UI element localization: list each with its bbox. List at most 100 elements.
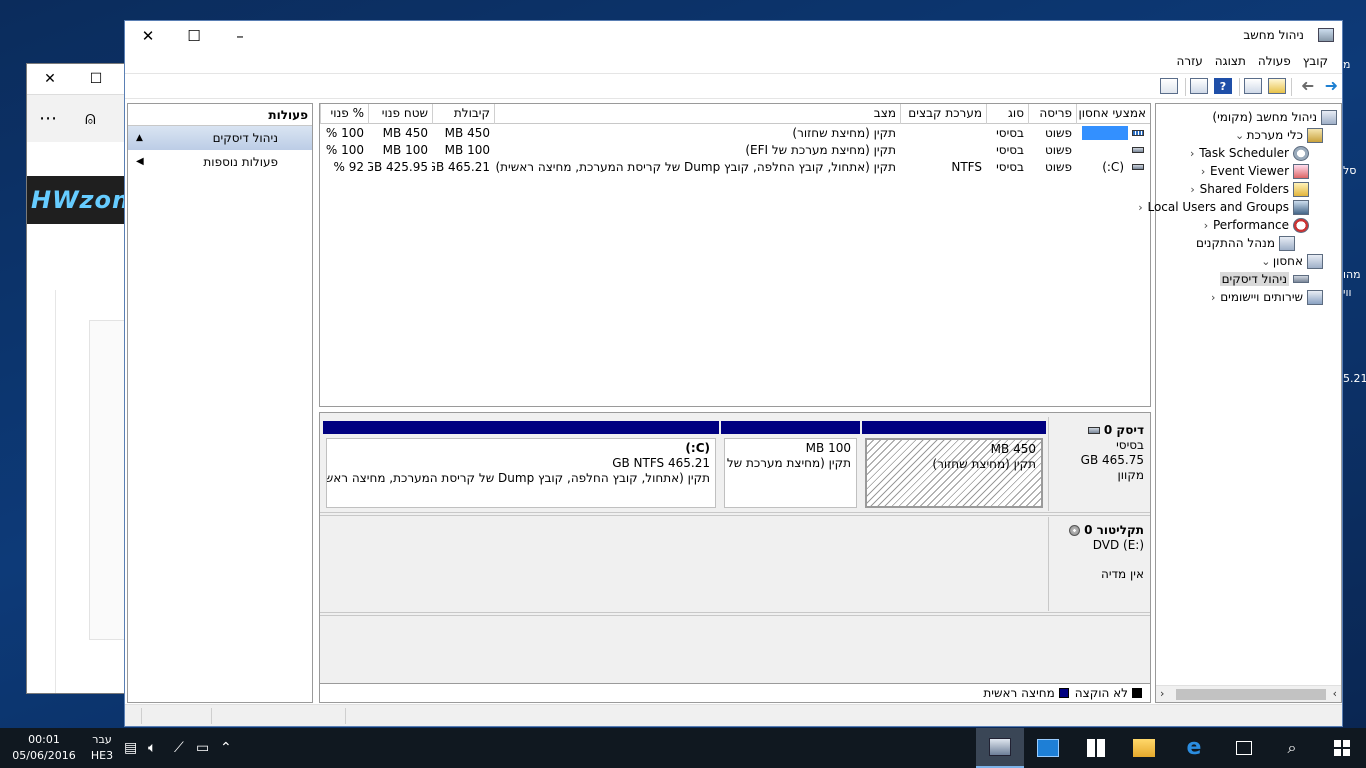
actions-disk-management[interactable]: ניהול דיסקים ▲ [128,126,312,150]
cell-layout: פשוט [1044,143,1072,157]
partition-recovery[interactable]: 450 MB תקין (מחיצת שחזור) [862,421,1046,511]
system-tools-icon [1307,127,1323,143]
menu-view[interactable]: תצוגה [1209,51,1252,73]
col-filesystem[interactable]: מערכת קבצים [900,104,986,124]
cell-status: תקין (מחיצת מערכת של EFI) [745,143,896,157]
tree-item-root[interactable]: ניהול מחשב (מקומי) [1212,108,1337,126]
help-icon[interactable]: ? [1214,78,1232,94]
tree-item-performance[interactable]: Performance ‹ [1199,216,1309,234]
col-capacity[interactable]: קיבולת [432,104,494,124]
partition-status: תקין (מחיצת שחזור) [932,457,1036,471]
menu-help[interactable]: עזרה [1171,51,1209,73]
desktop-text: ווי [1343,286,1352,299]
computer-management-icon [989,738,1011,756]
partition-c[interactable]: (C:) 465.21 GB NTFS תקין (אתחול, קובץ הח… [323,421,719,511]
taskbar-computer-management[interactable] [976,728,1024,768]
toolbar-separator [1291,78,1292,96]
scroll-right-icon[interactable]: › [1333,687,1337,700]
search-button[interactable]: ⌕ [1268,728,1316,768]
disk-0-label[interactable]: דיסק 0 בסיסי 465.75 GB מקוון [1048,417,1150,511]
battery-icon[interactable]: ▭ [196,740,209,756]
forward-arrow-icon[interactable]: ➜ [1325,78,1338,94]
chevron-left-icon[interactable]: ‹ [1133,201,1147,214]
wifi-icon[interactable]: ⟋ [174,740,184,756]
legend-primary: מחיצה ראשית [983,686,1069,700]
partition-efi[interactable]: 100 MB תקין (מחיצת מערכת של [721,421,860,511]
cell-free-space: 100 MB [382,143,428,157]
cell-capacity: 465.21 GB [432,160,490,174]
toolbar-separator [1185,78,1186,96]
back-arrow-icon[interactable]: ➜ [1301,76,1314,95]
collapse-triangle-icon[interactable]: ▲ [136,126,143,150]
tree-item-device-manager[interactable]: מנהל ההתקנים [1196,234,1295,252]
volume-icon[interactable]: 🔈︎ [148,740,156,756]
cell-percent-free: 100 % [325,143,364,157]
col-type[interactable]: סוג [986,104,1028,124]
browser-close-button[interactable]: ✕ [27,64,73,94]
taskbar-edge[interactable]: e [1170,728,1218,768]
input-language[interactable]: עבר HE3 [88,732,116,764]
volume-icon [1132,147,1144,153]
volume-row[interactable]: פשוט בסיסי תקין (מחיצת מערכת של EFI) 100… [320,142,1150,159]
tree-item-local-users[interactable]: Local Users and Groups ‹ [1133,198,1309,216]
properties-icon[interactable] [1160,78,1178,94]
clock[interactable]: 00:01 05/06/2016 [6,732,82,764]
taskbar-file-explorer[interactable] [1120,728,1168,768]
cell-type: בסיסי [996,126,1024,140]
scroll-left-icon[interactable]: ‹ [1160,687,1164,700]
taskbar-store[interactable] [1072,728,1120,768]
volume-row[interactable]: פשוט בסיסי תקין (מחיצת שחזור) 450 MB 450… [320,125,1150,142]
language-bottom: HE3 [90,749,114,762]
tree-item-disk-management[interactable]: ניהול דיסקים [1219,270,1309,288]
start-button[interactable] [1318,728,1366,768]
chevron-up-icon[interactable]: ⌃ [220,740,232,756]
show-hide-tree-icon[interactable] [1244,78,1262,94]
chevron-left-icon[interactable]: ‹ [1199,219,1213,232]
scroll-thumb[interactable] [1176,689,1326,700]
volume-row[interactable]: (C:) פשוט בסיסי NTFS תקין (אתחול, קובץ ה… [320,159,1150,176]
col-layout[interactable]: פריסה [1028,104,1076,124]
cell-percent-free: 92 % [333,160,365,174]
chevron-left-icon[interactable]: ‹ [1186,183,1200,196]
tree-item-system-tools[interactable]: כלי מערכת ⌄ [1233,126,1337,144]
tree-item-task-scheduler[interactable]: Task Scheduler ‹ [1185,144,1309,162]
tree-horizontal-scrollbar[interactable]: ‹ › [1156,685,1341,702]
computer-management-window[interactable]: ✕ ☐ – ניהול מחשב קובץ פעולה תצוגה עזרה ➜… [124,20,1343,727]
tree-item-storage[interactable]: אחסון ⌄ [1259,252,1337,270]
search-icon: ⌕ [1287,738,1297,757]
tree-item-services[interactable]: שירותים ויישומים ‹ [1206,288,1323,306]
menu-file[interactable]: קובץ [1297,51,1334,73]
share-icon[interactable]: ⍝ [85,108,96,129]
col-volume[interactable]: אמצעי אחסון [1076,104,1150,124]
chevron-down-icon[interactable]: ⌄ [1259,255,1273,268]
browser-maximize-button[interactable]: ☐ [73,64,119,94]
tree-item-shared-folders[interactable]: Shared Folders ‹ [1186,180,1309,198]
chevron-down-icon[interactable]: ⌄ [1233,129,1247,142]
chevron-left-icon[interactable]: ‹ [1206,291,1220,304]
users-icon [1293,199,1309,215]
more-icon[interactable]: ⋯ [39,108,57,129]
background-browser-window[interactable]: ✕ ☐ ⋯ ⍝ HWzon [26,63,126,694]
partition-body: (C:) 465.21 GB NTFS תקין (אתחול, קובץ הח… [326,438,716,508]
chevron-left-icon[interactable]: ‹ [1185,147,1199,160]
up-folder-icon[interactable] [1268,78,1286,94]
show-hide-action-pane-icon[interactable] [1190,78,1208,94]
minimize-button[interactable]: – [217,21,263,51]
close-button[interactable]: ✕ [125,21,171,51]
clock-time: 00:01 [28,733,60,746]
desktop-text: 5.21 [1343,372,1366,385]
tree-item-label: Task Scheduler [1199,146,1289,160]
col-status[interactable]: מצב [494,104,900,124]
col-free-space[interactable]: שטח פנוי [368,104,432,124]
col-percent-free[interactable]: % פנוי [320,104,368,124]
actions-more[interactable]: פעולות נוספות ◀ [128,150,312,174]
chevron-left-icon[interactable]: ‹ [1196,165,1210,178]
menu-action[interactable]: פעולה [1252,51,1297,73]
maximize-button[interactable]: ☐ [171,21,217,51]
cdrom-0-label[interactable]: תקליטור 0 DVD (E:) אין מדיה [1048,517,1150,611]
tree-item-event-viewer[interactable]: Event Viewer ‹ [1196,162,1309,180]
window-title: ניהול מחשב [1243,28,1304,42]
taskbar-app-window[interactable] [1024,728,1072,768]
notifications-icon[interactable]: ▤ [124,740,137,756]
task-view-button[interactable] [1220,728,1268,768]
